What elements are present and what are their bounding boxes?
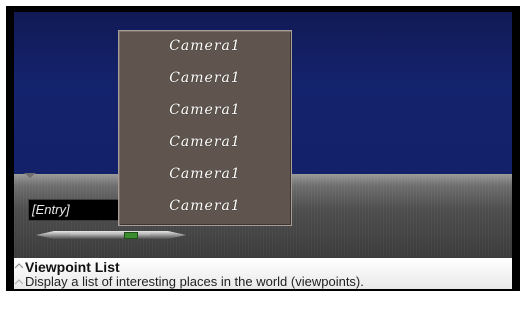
navigation-slider[interactable]	[36, 228, 186, 242]
collapse-arrow-icon[interactable]	[24, 173, 36, 178]
slider-thumb[interactable]	[124, 232, 138, 239]
caret-up-icon	[15, 279, 23, 285]
viewpoint-popup-menu: Camera1 Camera1 Camera1 Camera1 Camera1 …	[118, 30, 292, 226]
viewpoint-menu-item[interactable]: Camera1	[119, 99, 291, 121]
viewpoint-menu-item[interactable]: Camera1	[119, 35, 291, 57]
tooltip-info-panel: Viewpoint List Display a list of interes…	[14, 258, 512, 289]
panel-title: Viewpoint List	[25, 259, 120, 275]
viewpoint-menu-item[interactable]: Camera1	[119, 163, 291, 185]
slider-rail	[70, 233, 150, 237]
viewpoint-menu-item[interactable]: Camera1	[119, 67, 291, 89]
caret-up-icon	[15, 263, 23, 269]
viewpoint-menu-item[interactable]: Camera1	[119, 131, 291, 153]
panel-description: Display a list of interesting places in …	[25, 274, 364, 289]
viewpoint-entry-field[interactable]: [Entry]	[28, 199, 120, 221]
viewpoint-menu-item[interactable]: Camera1	[119, 195, 291, 217]
